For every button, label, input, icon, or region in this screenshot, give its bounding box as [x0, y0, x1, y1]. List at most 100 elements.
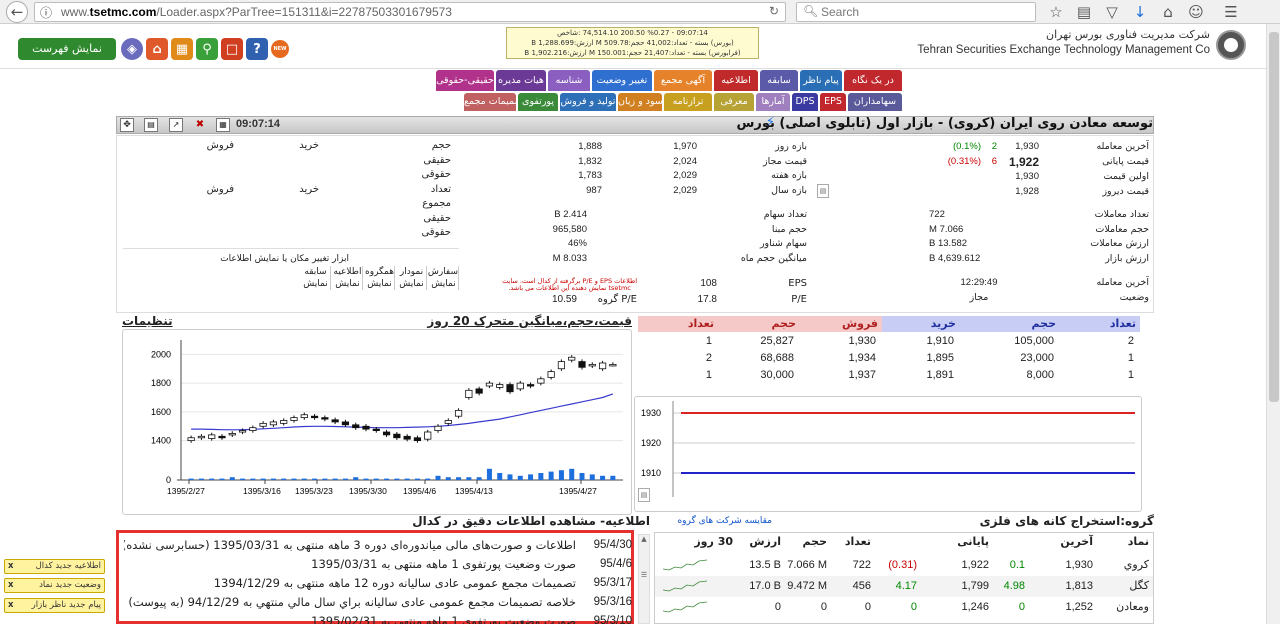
group-header-cell: پایانی: [957, 535, 989, 548]
grid-icon[interactable]: ▦: [171, 38, 193, 60]
group-cell-name[interactable]: کگل: [1093, 576, 1149, 597]
news-item[interactable]: 95/4/30 اطلاعات و صورت‌های مالی میاندوره‌…: [124, 536, 632, 555]
download-icon[interactable]: ↓: [1129, 1, 1151, 23]
group-header-cell: حجم: [802, 535, 827, 548]
tool-action[interactable]: نمایش: [365, 278, 394, 290]
volume-bar: [312, 478, 318, 480]
tab-row2[interactable]: سود و زیان: [618, 93, 662, 111]
stat-row: ارزش معاملات 13.582 B: [919, 237, 1149, 252]
tab-row1[interactable]: تغییر وضعیت: [592, 70, 652, 91]
legal-row-label: تعداد: [430, 183, 451, 195]
tab-row1[interactable]: آگهی مجمع: [654, 70, 712, 91]
candle: [238, 430, 247, 433]
tab-row2[interactable]: سهامداران: [848, 93, 902, 111]
tab-row1[interactable]: اطلاعیه: [714, 70, 758, 91]
news-text[interactable]: صورت وضعیت پورتفوی 1 ماهه منتهی به 1395/…: [311, 612, 576, 624]
back-icon[interactable]: ←: [6, 1, 28, 23]
search-icon[interactable]: ⚲: [196, 38, 218, 60]
print-icon[interactable]: ▤: [144, 118, 158, 132]
tab-row1[interactable]: سابقه: [760, 70, 798, 91]
tab-row2[interactable]: ترازنامه: [664, 93, 712, 111]
close-icon[interactable]: x: [8, 599, 13, 612]
bookmark-star-icon[interactable]: ☆: [1045, 1, 1067, 23]
tab-row1[interactable]: پیام ناظر: [800, 70, 842, 91]
news-text[interactable]: اطلاعات و صورت‌های مالی میاندوره‌ای دوره…: [124, 536, 576, 555]
news-scrollbar[interactable]: ▲ ☰: [638, 534, 650, 624]
help-icon[interactable]: ?: [246, 38, 268, 60]
tab-row1[interactable]: هیات مدیره: [496, 70, 546, 91]
globe-icon[interactable]: ◈: [121, 38, 143, 60]
tool-action[interactable]: نمایش: [397, 278, 426, 290]
home-icon[interactable]: ⌂: [1157, 1, 1179, 23]
tab-row2[interactable]: آمارها: [756, 93, 790, 111]
tool-toggle[interactable]: نمودار نمایش: [397, 266, 427, 290]
tab-row2[interactable]: EPS: [820, 93, 846, 111]
tab-row2[interactable]: تصمیمات مجمع: [464, 93, 516, 111]
candle: [598, 362, 607, 370]
expand-icon[interactable]: ✥: [120, 118, 134, 132]
news-item[interactable]: 95/3/17 تصمیمات مجمع عمومی عادی سالیانه د…: [124, 574, 632, 593]
export-icon[interactable]: ↗: [169, 118, 183, 132]
group-cell-cchg: 4.17: [895, 580, 917, 592]
range-low: 987: [586, 184, 602, 196]
news-item[interactable]: 95/3/16 خلاصه تصمیمات مجمع عمومی عادی سال…: [124, 593, 632, 612]
notification-toast[interactable]: وضعیت جدید نماد x: [4, 578, 105, 593]
notification-toast[interactable]: پیام جدید ناظر بازار x: [4, 598, 105, 613]
price-change-pct: (0.1%): [953, 141, 981, 152]
price-change: 6: [991, 156, 997, 167]
volume-bar: [219, 478, 225, 480]
chat-icon[interactable]: □: [221, 38, 243, 60]
chart-settings-link[interactable]: تنظیمات: [122, 314, 173, 328]
price-chart-icon[interactable]: ▤: [817, 184, 829, 198]
news-text[interactable]: خلاصه تصمیمات مجمع عمومی عادی ساليانه بر…: [128, 593, 576, 612]
news-text[interactable]: صورت وضعیت پورتفوی 1 ماهه منتهی به 1395/…: [311, 555, 576, 574]
info-icon[interactable]: ⓘ: [40, 4, 52, 21]
pocket-icon[interactable]: ▽: [1101, 1, 1123, 23]
show-list-button[interactable]: نمایش فهرست: [18, 38, 116, 60]
tab-row1[interactable]: در یک نگاه: [844, 70, 902, 91]
orderbook-cell: 1: [1127, 352, 1134, 364]
news-item[interactable]: 95/3/10 صورت وضعیت پورتفوی 1 ماهه منتهی ب…: [124, 612, 632, 624]
new-badge-icon[interactable]: NEW: [271, 40, 289, 58]
scrollbar[interactable]: [1266, 24, 1280, 624]
price-value: 1,922: [1008, 155, 1039, 169]
tab-row1[interactable]: شناسه: [548, 70, 590, 91]
notification-toast[interactable]: اطلاعیه جدید کدال x: [4, 559, 105, 574]
reading-list-icon[interactable]: ▤: [1073, 1, 1095, 23]
tool-toggle[interactable]: اطلاعیه نمایش: [333, 266, 363, 290]
tab-row1[interactable]: حقیقی-حقوقی: [436, 70, 494, 91]
group-cell-lchg: 0: [1018, 601, 1025, 613]
tool-action[interactable]: نمایش: [333, 278, 362, 290]
tool-toggle[interactable]: همگروه نمایش: [365, 266, 395, 290]
news-text[interactable]: تصمیمات مجمع عمومی عادی سالیانه دوره 12 …: [214, 574, 576, 593]
news-item[interactable]: 95/4/6 صورت وضعیت پورتفوی 1 ماهه منتهی به…: [124, 555, 632, 574]
reload-icon[interactable]: ↻: [769, 4, 779, 18]
price-block: آخرین معامله 1,930 2 (0.1%) قیمت پایانی 1,922…: [919, 140, 1149, 200]
close-icon[interactable]: x: [8, 560, 13, 573]
mini-chart-icon[interactable]: ▤: [638, 488, 650, 502]
home-icon[interactable]: ⌂: [146, 38, 168, 60]
group-row[interactable]: ومعادن 1,252 0 1,246 0 0 0 0: [655, 597, 1153, 618]
tool-action[interactable]: نمایش: [429, 278, 458, 290]
tab-row2[interactable]: DPS: [792, 93, 818, 111]
orderbook-header-cell: تعداد: [1060, 316, 1140, 332]
scrollbar-thumb[interactable]: [1269, 32, 1279, 402]
group-row[interactable]: کگل 1,813 4.98 1,799 4.17 456 9.472 M 17.0 B: [655, 576, 1153, 597]
search-input[interactable]: 🔍︎ Search: [796, 2, 1036, 22]
group-row[interactable]: کروي 1,930 0.1 1,922 (0.31) 722 7.066 M 13.5 B: [655, 555, 1153, 576]
tool-toggle[interactable]: سفارش نمایش: [428, 266, 459, 290]
close-icon[interactable]: x: [8, 579, 13, 592]
tab-row2[interactable]: معرفی: [714, 93, 754, 111]
tab-row2[interactable]: پورتفوی: [518, 93, 558, 111]
group-cell-lchg: 0.1: [1009, 559, 1025, 571]
url-bar[interactable]: ⓘ www.tsetmc.com/Loader.aspx?ParTree=151…: [34, 2, 786, 22]
group-cell-name[interactable]: ومعادن: [1093, 597, 1149, 618]
smiley-icon[interactable]: ☺: [1185, 1, 1207, 23]
menu-icon[interactable]: ☰: [1220, 1, 1242, 23]
calendar-icon[interactable]: ▦: [216, 118, 230, 132]
group-cell-name[interactable]: کروي: [1093, 555, 1149, 576]
chart-tool-icon[interactable]: ✖: [193, 118, 207, 132]
tool-action[interactable]: نمایش: [301, 278, 330, 290]
tool-toggle[interactable]: سابقه نمایش: [301, 266, 331, 290]
tab-row2[interactable]: تولید و فروش: [560, 93, 616, 111]
